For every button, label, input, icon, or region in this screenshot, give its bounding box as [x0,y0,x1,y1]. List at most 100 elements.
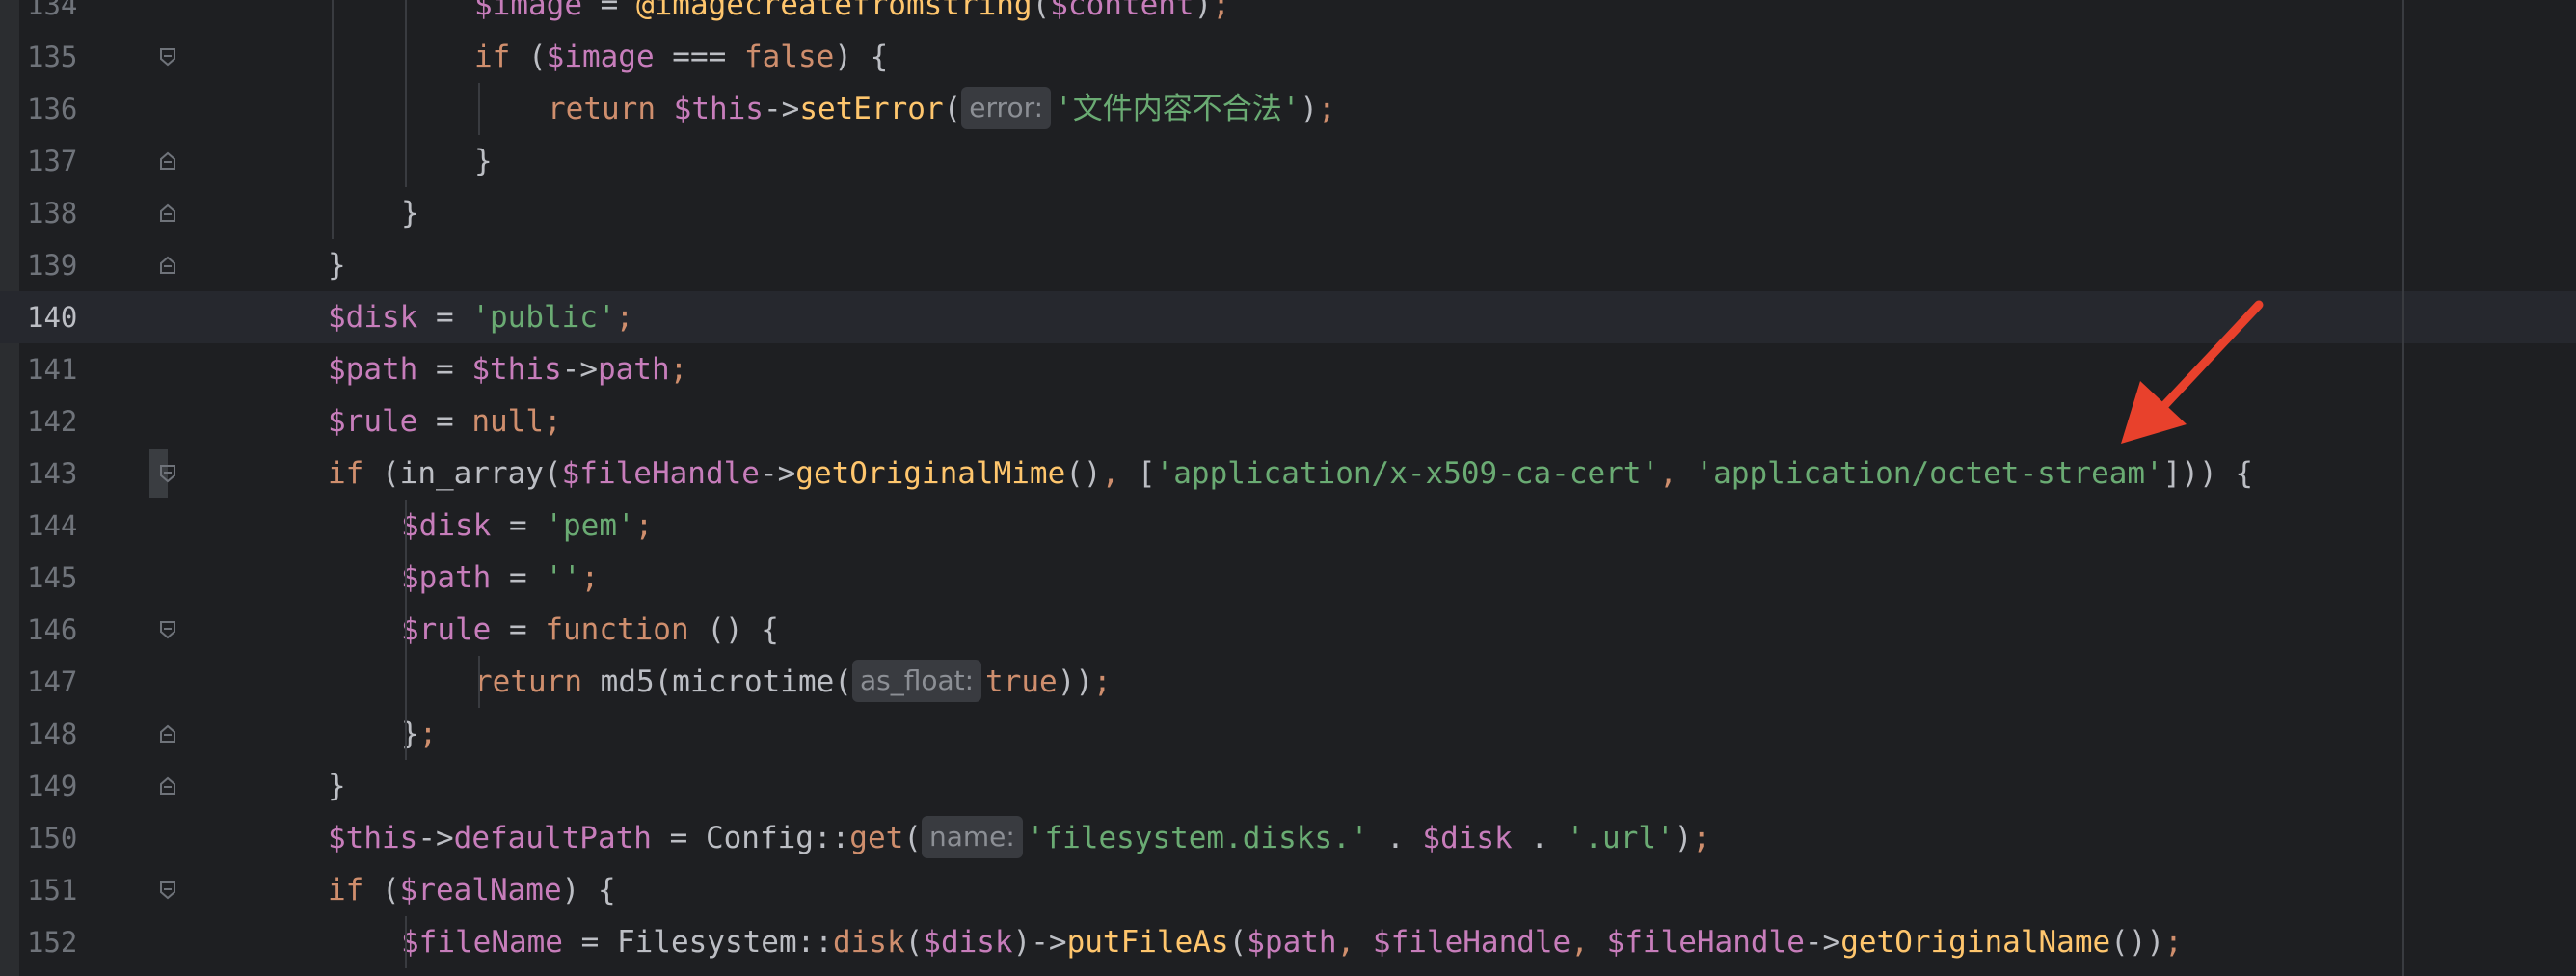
code-token: $this [471,352,562,387]
code-token: ) [1300,92,1319,126]
code-line[interactable]: 153 } else { [0,968,2576,976]
code-token: '' [545,560,581,595]
code-text[interactable]: } [328,239,346,291]
code-text[interactable]: $disk = 'pem'; [401,500,653,552]
line-number[interactable]: 145 [27,552,77,604]
fold-open-icon[interactable] [155,617,180,642]
code-line[interactable]: 137} [0,135,2576,187]
code-token: 'pem' [545,508,635,543]
code-line[interactable]: 147 return md5(microtime(as_float: true)); [0,656,2576,708]
code-token: '文件内容不合法' [1055,92,1301,126]
code-token: = [417,404,472,439]
line-number[interactable]: 142 [27,395,77,447]
code-text[interactable]: $this->defaultPath = Config::get(name:'f… [328,812,1710,864]
code-text[interactable]: if (in_array($fileHandle->getOriginalMim… [328,447,2253,500]
line-number[interactable]: 134 [27,0,77,31]
code-token: = Filesystem:: [562,925,833,960]
code-line[interactable]: 139} [0,239,2576,291]
code-token: -> [417,821,454,855]
code-token: -> [759,456,796,491]
code-line[interactable]: 149} [0,760,2576,812]
code-token: $image [546,40,655,74]
fold-close-icon[interactable] [155,721,180,746]
code-line[interactable]: 134 $image = @imagecreatefromstring($cont… [0,0,2576,31]
code-text[interactable]: $path = $this->path; [328,343,687,395]
fold-open-icon[interactable] [155,44,180,69]
fold-close-icon[interactable] [155,773,180,799]
fold-open-icon[interactable] [155,878,180,903]
fold-close-icon[interactable] [155,201,180,226]
code-token: } [328,769,346,803]
code-line[interactable]: 138} [0,187,2576,239]
code-editor[interactable]: 134 $image = @imagecreatefromstring($cont… [0,0,2576,976]
code-token: setError [799,92,944,126]
line-number[interactable]: 141 [27,343,77,395]
code-line[interactable]: 144 $disk = 'pem'; [0,500,2576,552]
code-text[interactable]: return $this->setError(error: '文件内容不合法'); [548,83,1336,135]
code-text[interactable]: return md5(microtime(as_float: true)); [474,656,1112,708]
code-token: } [401,717,419,751]
code-token: if [328,873,364,908]
line-number[interactable]: 149 [27,760,77,812]
code-line[interactable]: 152 $fileName = Filesystem::disk($disk)->… [0,916,2576,968]
line-number[interactable]: 139 [27,239,77,291]
code-text[interactable]: $fileName = Filesystem::disk($disk)->put… [401,916,2183,968]
code-token: = [491,612,546,647]
code-text[interactable]: } else { [328,968,471,976]
line-number[interactable]: 151 [27,864,77,916]
code-line[interactable]: 135 if ($image === false) { [0,31,2576,83]
code-token: = [491,508,546,543]
code-token: true [985,664,1058,699]
code-text[interactable]: } [401,187,419,239]
line-number[interactable]: 140 [27,291,77,343]
fold-close-icon[interactable] [155,149,180,174]
code-token: ) { [561,873,616,908]
code-token: = [491,560,546,595]
line-number[interactable]: 147 [27,656,77,708]
code-text[interactable]: $path = ''; [401,552,599,604]
code-line[interactable]: 143 if (in_array($fileHandle->getOriginal… [0,447,2576,500]
code-token: === [654,40,744,74]
line-number[interactable]: 143 [27,447,77,500]
code-token: () [1065,456,1102,491]
code-text[interactable]: } [474,135,493,187]
code-token: [ [1137,456,1156,491]
code-token: $disk [923,925,1013,960]
code-text[interactable]: $rule = null; [328,395,562,447]
line-number[interactable]: 138 [27,187,77,239]
line-number[interactable]: 144 [27,500,77,552]
code-line[interactable]: 145 $path = ''; [0,552,2576,604]
code-text[interactable]: $disk = 'public'; [328,291,633,343]
code-line[interactable]: 150 $this->defaultPath = Config::get(name… [0,812,2576,864]
line-number[interactable]: 153 [27,968,77,976]
line-number[interactable]: 150 [27,812,77,864]
code-text[interactable]: $rule = function () { [401,604,779,656]
code-token: ( [510,40,547,74]
code-text[interactable]: $image = @imagecreatefromstring($content… [474,0,1230,31]
code-token: $path [328,352,418,387]
code-token: . [1512,821,1567,855]
code-text[interactable]: if ($realName) { [328,864,616,916]
fold-close-icon[interactable] [155,253,180,278]
code-token: , [1570,925,1607,960]
code-token: 'filesystem.disks.' [1026,821,1369,855]
fold-open-icon[interactable] [155,461,180,486]
code-token: ( [903,821,922,855]
code-token: = [417,352,472,387]
code-line[interactable]: 151 if ($realName) { [0,864,2576,916]
line-number[interactable]: 137 [27,135,77,187]
code-line[interactable]: 148}; [0,708,2576,760]
code-token: } [401,196,419,230]
code-token: ; [418,717,438,751]
code-token: ])) { [2162,456,2254,491]
code-line[interactable]: 146 $rule = function () { [0,604,2576,656]
code-text[interactable]: if ($image === false) { [474,31,888,83]
code-token: getOriginalMime [795,456,1066,491]
line-number[interactable]: 148 [27,708,77,760]
line-number[interactable]: 146 [27,604,77,656]
line-number[interactable]: 152 [27,916,77,968]
code-text[interactable]: } [328,760,346,812]
code-line[interactable]: 136 return $this->setError(error: '文件内容不合法… [0,83,2576,135]
line-number[interactable]: 135 [27,31,77,83]
line-number[interactable]: 136 [27,83,77,135]
